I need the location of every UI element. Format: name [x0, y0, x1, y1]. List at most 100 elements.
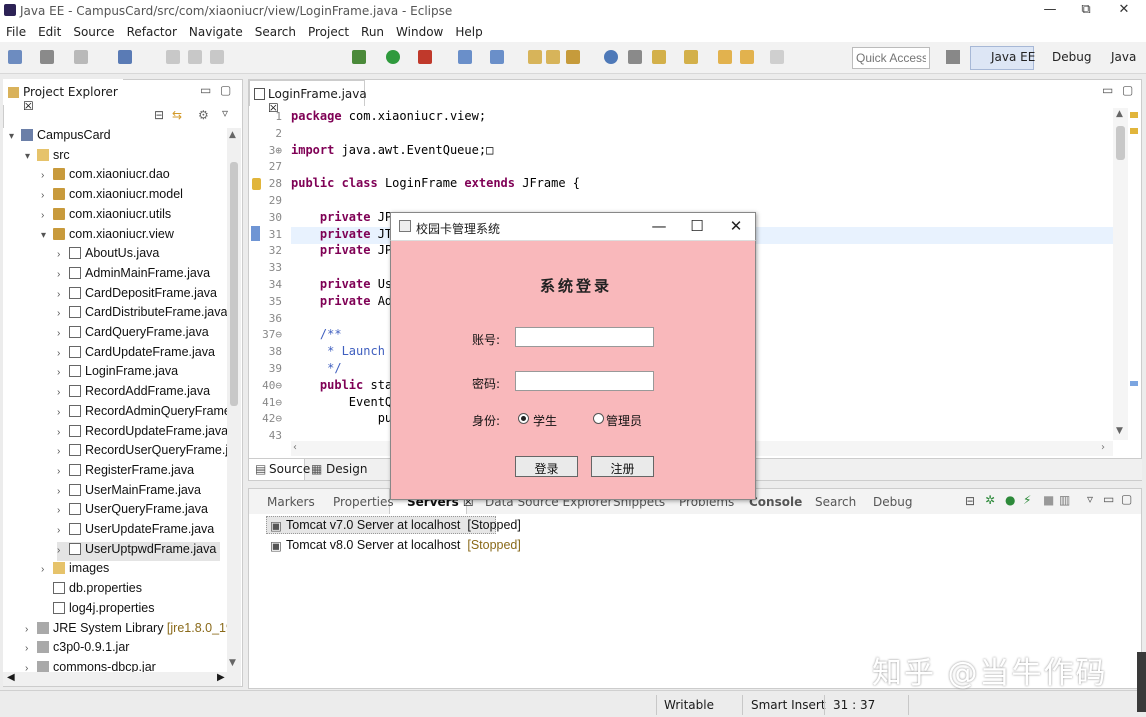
chevron-right-icon[interactable]: ›	[57, 348, 69, 359]
tab-console[interactable]: Console	[749, 495, 802, 509]
quick-access-input[interactable]	[852, 47, 930, 69]
tree-item[interactable]: › RecordUpdateFrame.java	[57, 424, 227, 443]
suspend-icon[interactable]	[188, 50, 202, 64]
chevron-down-icon[interactable]: ▾	[9, 131, 21, 142]
view-menu-icon[interactable]: ▿	[1087, 492, 1093, 506]
save-icon[interactable]	[40, 50, 54, 64]
tab-debug[interactable]: Debug	[873, 495, 912, 509]
collapse-all-icon[interactable]: ⊟	[154, 108, 164, 122]
new-icon[interactable]	[8, 50, 22, 64]
tree-item[interactable]: › AdminMainFrame.java	[57, 266, 210, 285]
minimize-view-icon[interactable]: ▭	[200, 83, 211, 97]
code-line[interactable]: */	[291, 361, 341, 375]
tab-source[interactable]: Source	[269, 462, 310, 476]
resume-icon[interactable]	[166, 50, 180, 64]
editor-tab-loginframe[interactable]: LoginFrame.java ☒	[249, 80, 367, 115]
editor-vscrollbar[interactable]: ▲ ▼	[1113, 108, 1128, 440]
code-line[interactable]: /**	[291, 327, 342, 341]
dialog-maximize-button[interactable]: ☐	[687, 217, 707, 235]
project-explorer-tab[interactable]: Project Explorer ☒	[3, 79, 123, 113]
chevron-right-icon[interactable]: ›	[57, 367, 69, 378]
chevron-right-icon[interactable]: ›	[25, 663, 37, 672]
tree-item[interactable]: › CardDepositFrame.java	[57, 286, 217, 305]
tree-item[interactable]: › RecordAdminQueryFrame.ja	[57, 404, 227, 423]
menu-search[interactable]: Search	[249, 22, 302, 39]
forward-icon[interactable]	[740, 50, 754, 64]
chevron-right-icon[interactable]: ›	[57, 269, 69, 280]
scroll-right-icon[interactable]: ›	[1101, 442, 1105, 453]
tab-properties[interactable]: Properties	[333, 495, 394, 509]
tree-item[interactable]: db.properties	[41, 581, 142, 600]
editor-minimize-icon[interactable]: ▭	[1102, 83, 1113, 97]
tree-item[interactable]: › commons-dbcp.jar	[25, 660, 156, 672]
restore-button[interactable]: ⧉	[1076, 2, 1096, 17]
menu-refactor[interactable]: Refactor	[121, 22, 183, 39]
chevron-right-icon[interactable]: ›	[41, 170, 53, 181]
chevron-right-icon[interactable]: ›	[41, 564, 53, 575]
code-line[interactable]: pub	[291, 411, 400, 425]
terminate-icon[interactable]	[210, 50, 224, 64]
chevron-down-icon[interactable]: ▾	[25, 151, 37, 162]
tree-item[interactable]: › UserQueryFrame.java	[57, 502, 208, 521]
profile-server-icon[interactable]: ⚡	[1023, 493, 1031, 507]
perspective-java[interactable]: Java	[1111, 50, 1136, 64]
debug-server-icon[interactable]: ✲	[985, 493, 995, 507]
chevron-right-icon[interactable]: ›	[41, 190, 53, 201]
menu-window[interactable]: Window	[390, 22, 449, 39]
menu-edit[interactable]: Edit	[32, 22, 67, 39]
tree-item[interactable]: › com.xiaoniucr.dao	[41, 167, 170, 186]
link-editor-icon[interactable]: ⇆	[172, 108, 182, 122]
minimize-button[interactable]: —	[1040, 2, 1060, 17]
tree-item[interactable]: log4j.properties	[41, 601, 154, 620]
new-java-project-icon[interactable]	[458, 50, 472, 64]
tree-item[interactable]: › JRE System Library [jre1.8.0_191]	[25, 621, 227, 640]
chevron-right-icon[interactable]: ›	[25, 624, 37, 635]
back-icon[interactable]	[718, 50, 732, 64]
prev-annotation-icon[interactable]	[684, 50, 698, 64]
chevron-right-icon[interactable]: ›	[57, 427, 69, 438]
project-tree-scrollbar[interactable]: ▲ ▼	[227, 128, 241, 673]
tree-item[interactable]: › UserUpdateFrame.java	[57, 522, 214, 541]
tree-item[interactable]: › LoginFrame.java	[57, 364, 178, 383]
tree-item[interactable]: › AboutUs.java	[57, 246, 159, 265]
scroll-thumb[interactable]	[230, 162, 238, 406]
maximize-view-icon[interactable]: ▢	[220, 83, 231, 97]
globe-icon[interactable]	[604, 50, 618, 64]
role-student-label[interactable]: 学生	[533, 412, 557, 429]
chevron-right-icon[interactable]: ›	[57, 407, 69, 418]
stop-server-icon[interactable]: ■	[1043, 493, 1054, 507]
code-line[interactable]: public stat	[291, 378, 399, 392]
open-perspective-icon[interactable]	[946, 50, 960, 64]
scroll-thumb[interactable]	[1116, 126, 1125, 160]
chevron-down-icon[interactable]: ▾	[41, 230, 53, 241]
tree-item[interactable]: › com.xiaoniucr.model	[41, 187, 183, 206]
code-line[interactable]: EventQu	[291, 395, 400, 409]
collapse-icon[interactable]: ⊟	[965, 494, 975, 508]
menu-source[interactable]: Source	[67, 22, 120, 39]
run-icon[interactable]	[386, 50, 400, 64]
tree-item[interactable]: ▾ src	[25, 148, 70, 167]
perspective-debug[interactable]: Debug	[1052, 50, 1091, 64]
tree-item[interactable]: ▾ CampusCard	[9, 128, 111, 147]
next-annotation-icon[interactable]	[652, 50, 666, 64]
tree-item[interactable]: › CardDistributeFrame.java	[57, 305, 227, 324]
debug-icon[interactable]	[352, 50, 366, 64]
code-line[interactable]: package com.xiaoniucr.view;	[291, 109, 486, 123]
open-task-icon[interactable]	[546, 50, 560, 64]
menu-navigate[interactable]: Navigate	[183, 22, 249, 39]
toggle-mark-icon[interactable]	[628, 50, 642, 64]
project-tree-hscrollbar[interactable]: ◀ ▶	[3, 672, 241, 686]
role-student-radio[interactable]	[518, 413, 529, 424]
scroll-down-icon[interactable]: ▼	[1116, 426, 1123, 436]
menu-project[interactable]: Project	[302, 22, 355, 39]
close-button[interactable]: ✕	[1114, 2, 1134, 17]
scroll-left-icon[interactable]: ◀	[7, 672, 15, 683]
chevron-right-icon[interactable]: ›	[57, 446, 69, 457]
perspective-javaee[interactable]: Java EE	[991, 50, 1035, 64]
view-menu-icon[interactable]: ▿	[222, 106, 228, 120]
panel-minimize-icon[interactable]: ▭	[1103, 492, 1114, 506]
code-line[interactable]: private Adm	[291, 294, 399, 308]
publish-icon[interactable]: ▥	[1059, 493, 1070, 507]
save-all-icon[interactable]	[74, 50, 88, 64]
chevron-right-icon[interactable]: ›	[41, 210, 53, 221]
